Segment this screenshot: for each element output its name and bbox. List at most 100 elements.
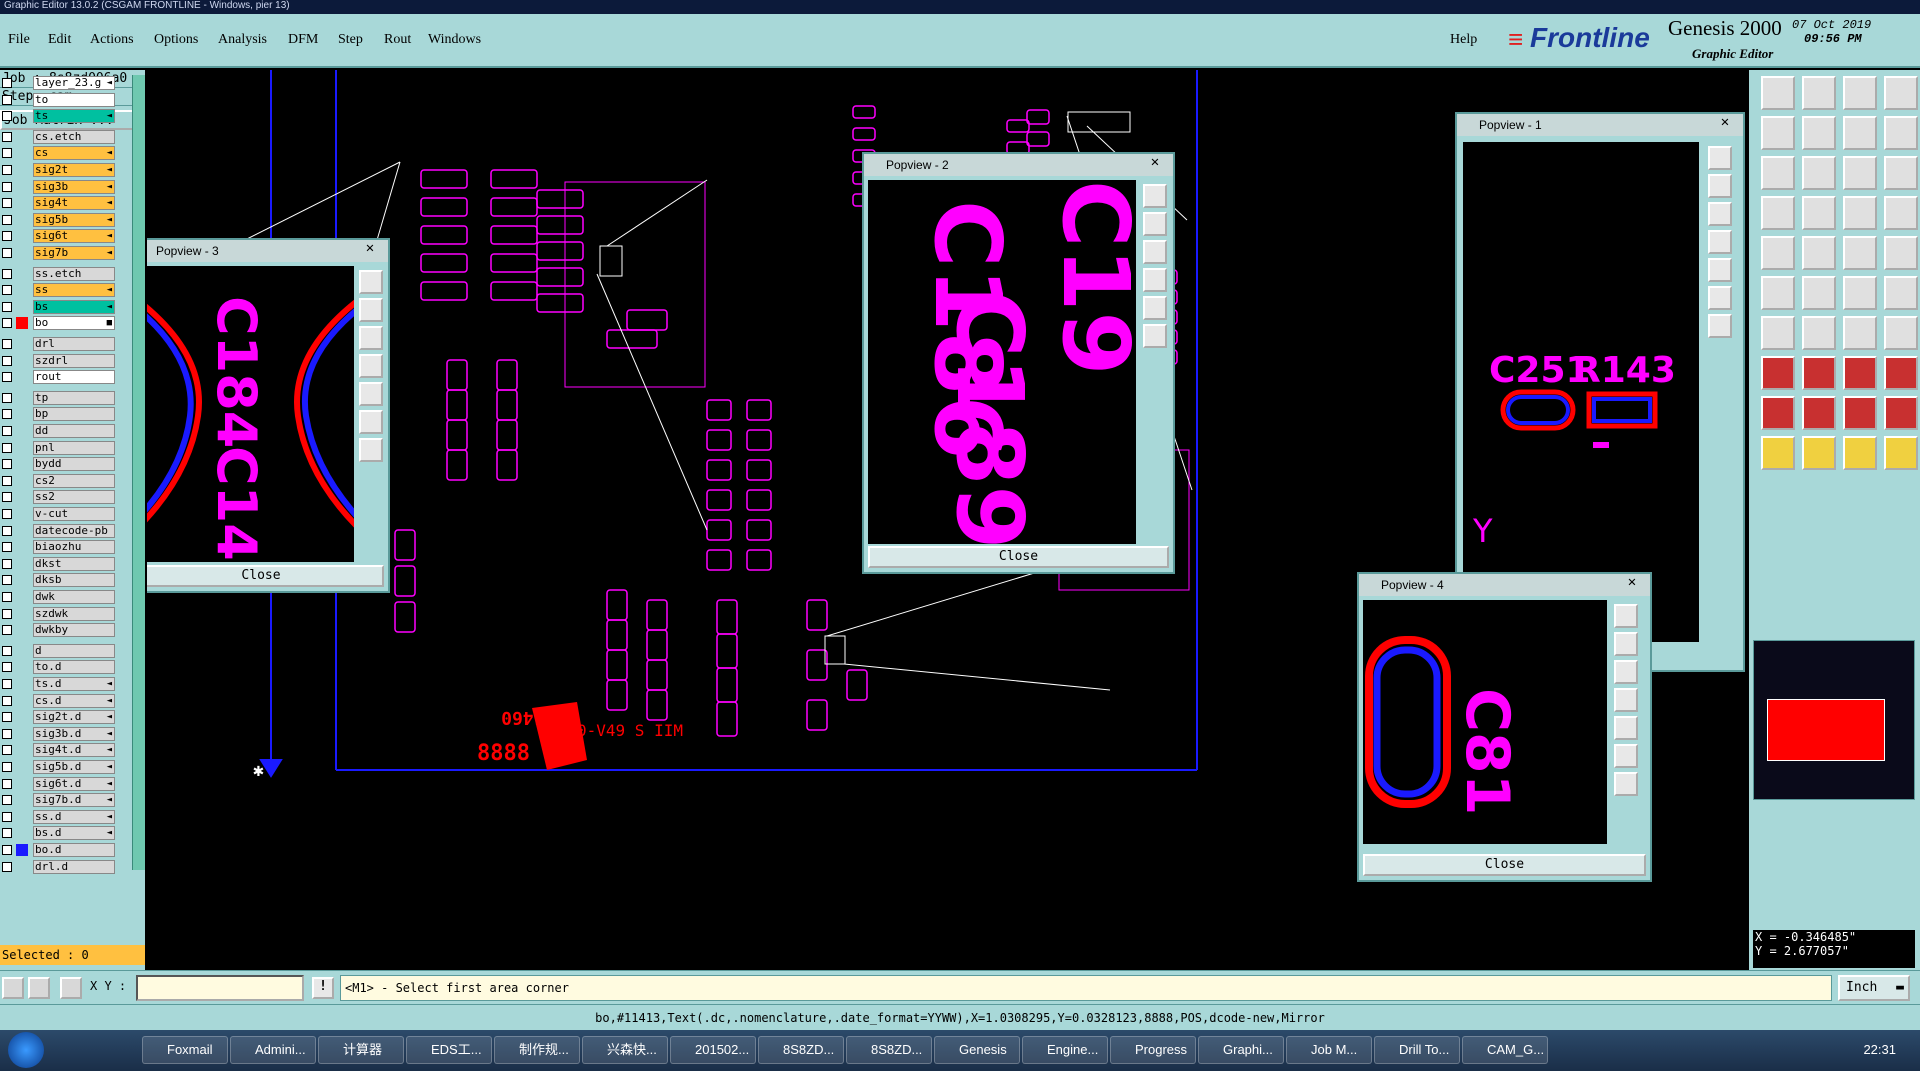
layer-row[interactable]: sig6t ◄ [0,228,130,244]
zoom-area-icon[interactable] [359,382,383,406]
taskbar-item[interactable]: 计算器 [318,1036,404,1064]
popview-2-close-icon[interactable]: ✕ [1145,154,1165,170]
layer-name[interactable]: ts ◄ [33,109,115,124]
zoom-fit-icon[interactable] [1614,604,1638,628]
layer-checkbox[interactable] [2,165,12,175]
zoom-in-icon[interactable] [1143,212,1167,236]
cross-icon[interactable] [1802,276,1836,310]
help-icon[interactable] [1884,156,1918,190]
layer-checkbox[interactable] [2,608,12,619]
layer-name[interactable]: sig4t.d ◄ [33,743,115,758]
taskbar-item[interactable]: Engine... [1022,1036,1108,1064]
alert-icon[interactable] [1761,396,1795,430]
layer-row[interactable]: cs.etch [0,129,130,145]
layer-row[interactable]: dwkby [0,622,130,638]
layer-name[interactable]: ss ◄ [33,283,115,298]
layer-name[interactable]: biaozhu [33,540,115,555]
scale-icon[interactable] [1843,156,1877,190]
home-icon[interactable] [1708,314,1732,338]
layer-row[interactable]: dd [0,423,130,439]
popview-3-canvas[interactable]: C184 C14 [147,266,354,562]
layer-name[interactable]: d [33,643,115,658]
arc-icon[interactable] [1843,316,1877,350]
layer-checkbox[interactable] [2,558,12,569]
layer-checkbox[interactable] [2,795,12,806]
layer-name[interactable]: sig3b ◄ [33,179,115,194]
layer-row[interactable]: sig5b ◄ [0,212,130,228]
layer-name[interactable]: szdwk [33,606,115,621]
layer-row[interactable]: sig7b.d ◄ [0,792,130,808]
layer-row[interactable]: dkst [0,556,130,572]
layer-checkbox[interactable] [2,248,12,258]
layer-name[interactable]: sig2t ◄ [33,163,115,177]
taskbar-item[interactable]: EDS工... [406,1036,492,1064]
layer-row[interactable]: cs2 [0,473,130,489]
expand-icon[interactable] [1614,744,1638,768]
pan-icon[interactable] [1143,268,1167,292]
units-select[interactable]: Inch ▬ [1838,975,1910,1001]
layer-name[interactable]: dksb [33,573,115,588]
popview-2-close-button[interactable]: Close [868,546,1169,568]
layer-row[interactable]: szdwk [0,606,130,622]
layer-checkbox[interactable] [2,492,12,503]
pan-down-icon[interactable] [1884,116,1918,150]
taskbar-item[interactable]: 兴森快... [582,1036,668,1064]
start-button[interactable] [8,1032,44,1068]
fit-icon[interactable] [1761,156,1795,190]
layer-checkbox[interactable] [2,268,12,279]
menu-edit[interactable]: Edit [48,32,71,48]
layer-checkbox[interactable] [2,339,12,349]
zoom-out-icon[interactable] [1708,202,1732,226]
rotate-icon[interactable] [1802,236,1836,270]
layer-name[interactable]: sig5b ◄ [33,212,115,227]
layer-name[interactable]: sig4t ◄ [33,196,115,211]
layer-checkbox[interactable] [2,78,12,88]
edit-icon[interactable] [1884,436,1918,470]
pan-icon[interactable] [359,354,383,378]
menu-windows[interactable]: Windows [428,32,481,48]
layer-checkbox[interactable] [2,525,12,536]
zoom-in-icon[interactable] [1614,632,1638,656]
taskbar-item[interactable]: Job M... [1286,1036,1372,1064]
layer-checkbox[interactable] [2,148,12,159]
layer-row[interactable]: to.d [0,659,130,675]
layer-name[interactable]: drl [33,337,115,351]
layer-row[interactable]: sig6t.d ◄ [0,776,130,792]
layer-row[interactable]: bp [0,406,130,422]
popview-4-canvas[interactable]: C81 [1363,600,1607,844]
triangle-2-icon[interactable] [1843,396,1877,430]
layer-row[interactable]: bo.d [0,842,130,858]
add-pad-icon[interactable] [1761,276,1795,310]
taskbar-item[interactable]: Genesis [934,1036,1020,1064]
popview-1-canvas[interactable]: C251 R143 Y [1463,142,1699,642]
layer-name[interactable]: sig5b.d ◄ [33,760,115,774]
copy-icon[interactable] [1884,276,1918,310]
layer-row[interactable]: tp [0,390,130,406]
layer-row[interactable]: ts.d ◄ [0,676,130,692]
home-icon[interactable] [1614,772,1638,796]
layer-checkbox[interactable] [2,318,12,329]
layer-checkbox[interactable] [2,392,12,403]
taskbar-item[interactable]: 制作规... [494,1036,580,1064]
layer-name[interactable]: dwkby [33,623,115,638]
pan-right-icon[interactable] [1802,116,1836,150]
menu-rout[interactable]: Rout [384,32,411,48]
layer-name[interactable]: cs.d ◄ [33,693,115,708]
layer-row[interactable]: drl.d [0,859,130,875]
layer-row[interactable]: datecode-pb [0,523,130,539]
hatch-icon[interactable] [1884,316,1918,350]
popview-4-close-button[interactable]: Close [1363,854,1646,876]
pointer-2-icon[interactable] [1802,436,1836,470]
popview-1-close-icon[interactable]: ✕ [1715,114,1735,130]
home-icon[interactable] [359,438,383,462]
layer-name[interactable]: bs.d ◄ [33,826,115,841]
pan-left-icon[interactable] [1761,116,1795,150]
taskbar-item[interactable]: Foxmail [142,1036,228,1064]
pointer-icon[interactable] [1761,436,1795,470]
layer-checkbox[interactable] [2,778,12,789]
taskbar-item[interactable]: Graphi... [1198,1036,1284,1064]
layer-row[interactable]: sig2t ◄ [0,162,130,178]
layer-checkbox[interactable] [2,712,12,723]
layer-color-swatch[interactable] [16,317,28,330]
menu-help[interactable]: Help [1450,32,1477,48]
